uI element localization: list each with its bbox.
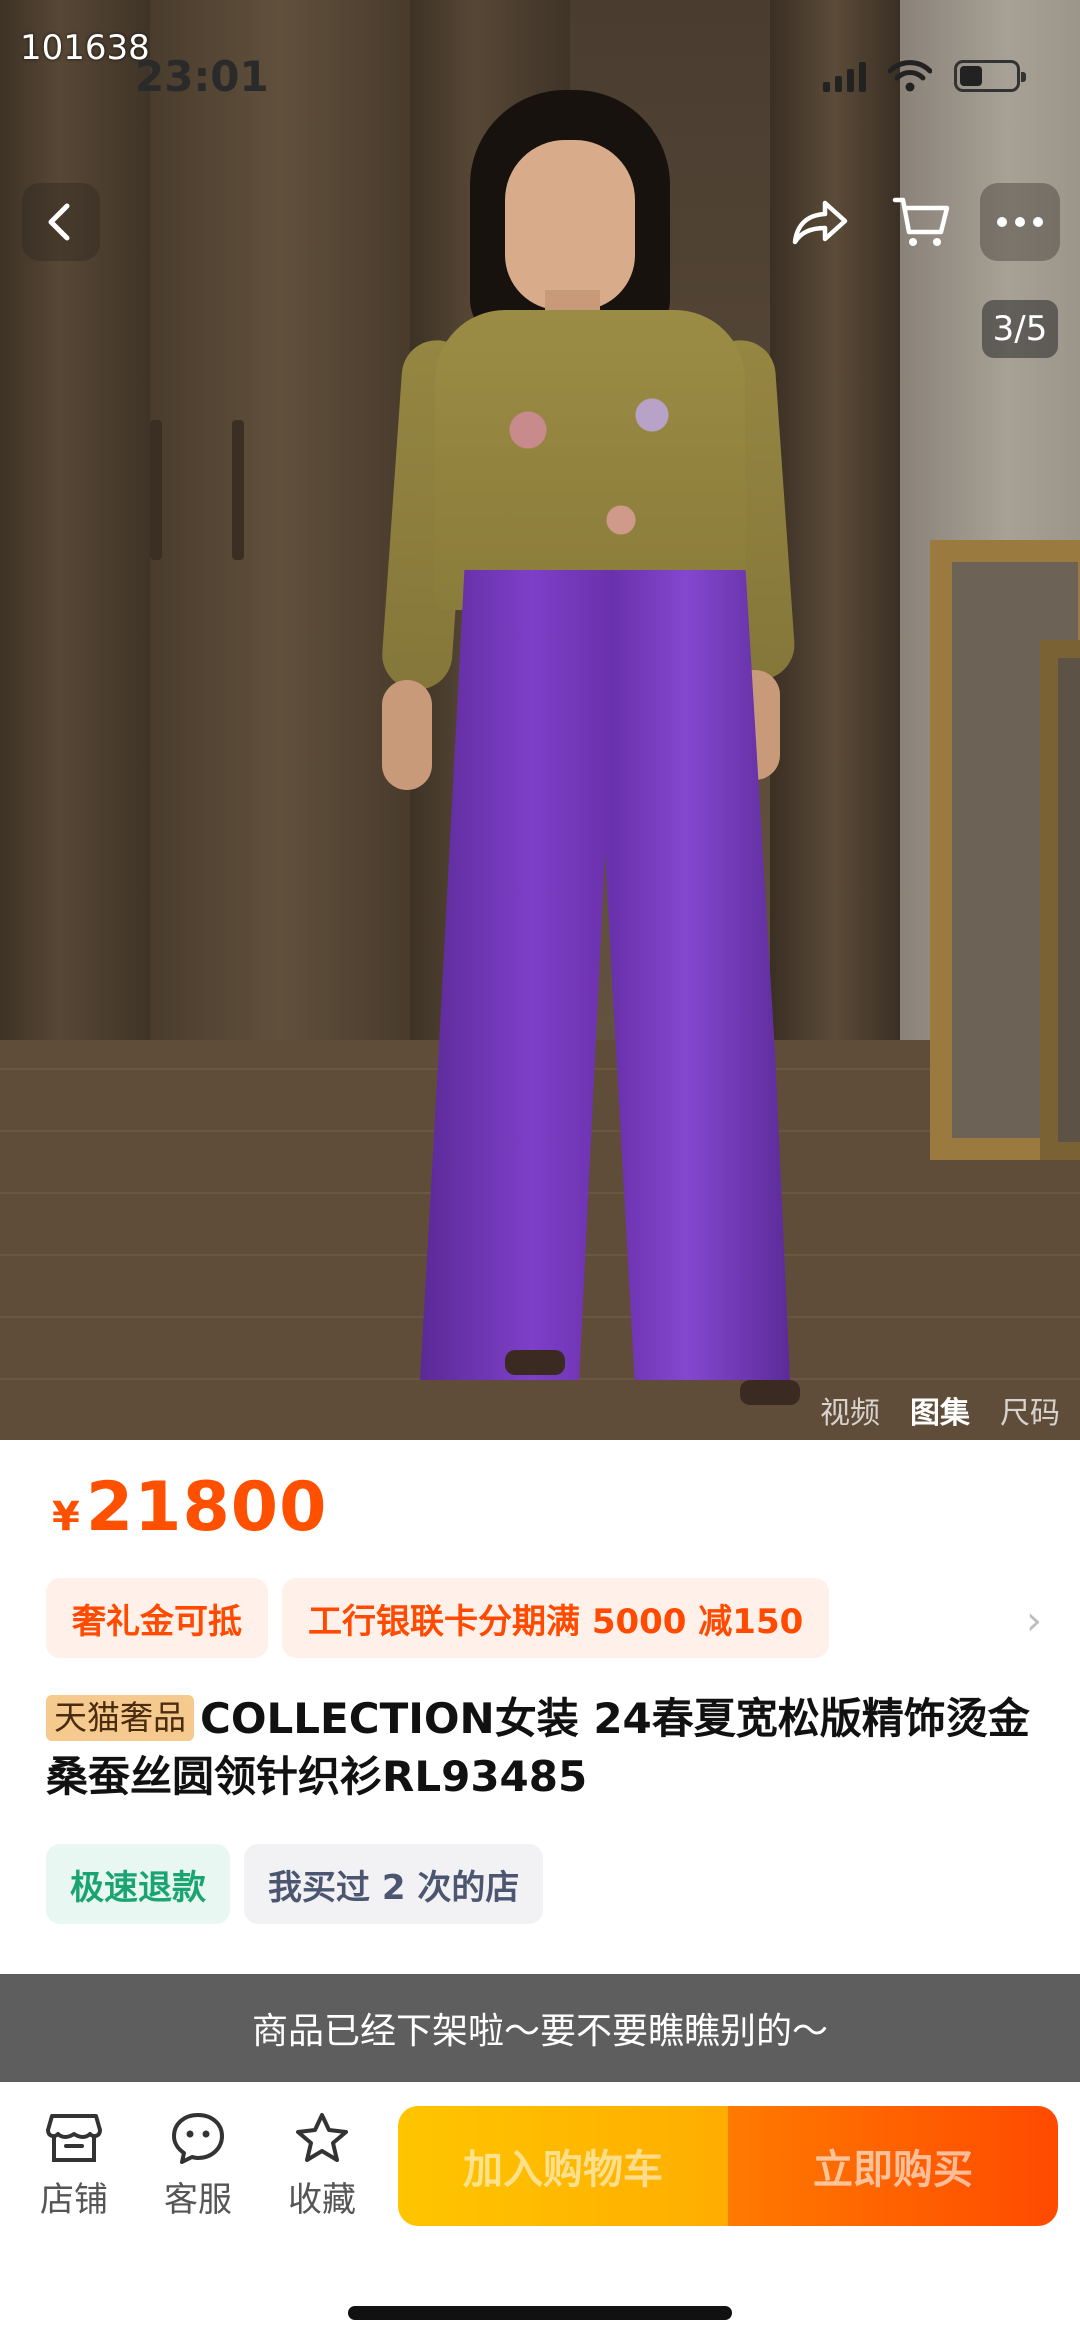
tab-gallery[interactable]: 图集 [910, 1388, 970, 1432]
promo-row[interactable]: 奢礼金可抵 工行银联卡分期满 5000 减150 [46, 1578, 830, 1658]
tab-size[interactable]: 尺码 [1000, 1388, 1060, 1432]
home-indicator[interactable] [348, 2306, 732, 2320]
chevron-right-icon[interactable]: › [1026, 1598, 1042, 1644]
more-button[interactable] [980, 183, 1060, 261]
brand-tag: 天猫奢品 [46, 1695, 194, 1741]
favorite-label: 收藏 [288, 2180, 356, 2220]
cart-button[interactable] [882, 183, 960, 261]
service-tag[interactable]: 我买过 2 次的店 [244, 1844, 544, 1924]
currency-symbol: ¥ [52, 1494, 80, 1540]
product-title: 天猫奢品 COLLECTION女装 24春夏宽松版精饰烫金桑蚕丝圆领针织衫RL93… [46, 1690, 1036, 1806]
customer-service-button[interactable]: 客服 [148, 2112, 248, 2221]
service-row: 极速退款 我买过 2 次的店 [46, 1844, 544, 1924]
star-icon [296, 2113, 348, 2162]
store-icon [46, 2114, 102, 2162]
image-id-label: 101638 [20, 28, 150, 68]
customer-service-label: 客服 [164, 2180, 232, 2220]
favorite-button[interactable]: 收藏 [272, 2112, 372, 2221]
buy-now-button[interactable]: 立即购买 [728, 2106, 1058, 2226]
status-time: 23:01 [135, 52, 269, 101]
status-icons [823, 60, 1026, 92]
battery-icon [954, 60, 1026, 92]
price: ¥ 21800 [52, 1468, 327, 1547]
share-arrow-icon [792, 200, 848, 245]
product-info: ¥ 21800 奢礼金可抵 工行银联卡分期满 5000 减150 › 天猫奢品 C… [0, 1440, 1080, 2000]
promo-tag[interactable]: 奢礼金可抵 [46, 1578, 268, 1658]
delisted-toast: 商品已经下架啦～要不要瞧瞧别的～ [0, 1974, 1080, 2082]
wifi-icon [888, 60, 932, 92]
promo-tag[interactable]: 工行银联卡分期满 5000 减150 [282, 1578, 830, 1658]
cart-icon [892, 197, 950, 246]
back-button[interactable] [22, 183, 100, 261]
bottom-action-bar: 店铺 客服 收藏 加入购物车 立即购买 [0, 2082, 1080, 2341]
price-value: 21800 [85, 1468, 328, 1547]
more-dots-icon [997, 217, 1043, 227]
tab-video[interactable]: 视频 [820, 1388, 880, 1432]
store-label: 店铺 [40, 2180, 108, 2220]
service-tag[interactable]: 极速退款 [46, 1844, 230, 1924]
share-button[interactable] [782, 183, 860, 261]
add-to-cart-button[interactable]: 加入购物车 [398, 2106, 728, 2226]
image-page-indicator: 3/5 [982, 300, 1058, 358]
store-button[interactable]: 店铺 [24, 2112, 124, 2221]
chat-face-icon [172, 2113, 224, 2164]
signal-icon [823, 60, 866, 92]
media-tabs: 视频 图集 尺码 [820, 1388, 1060, 1432]
chevron-left-icon [48, 203, 70, 241]
